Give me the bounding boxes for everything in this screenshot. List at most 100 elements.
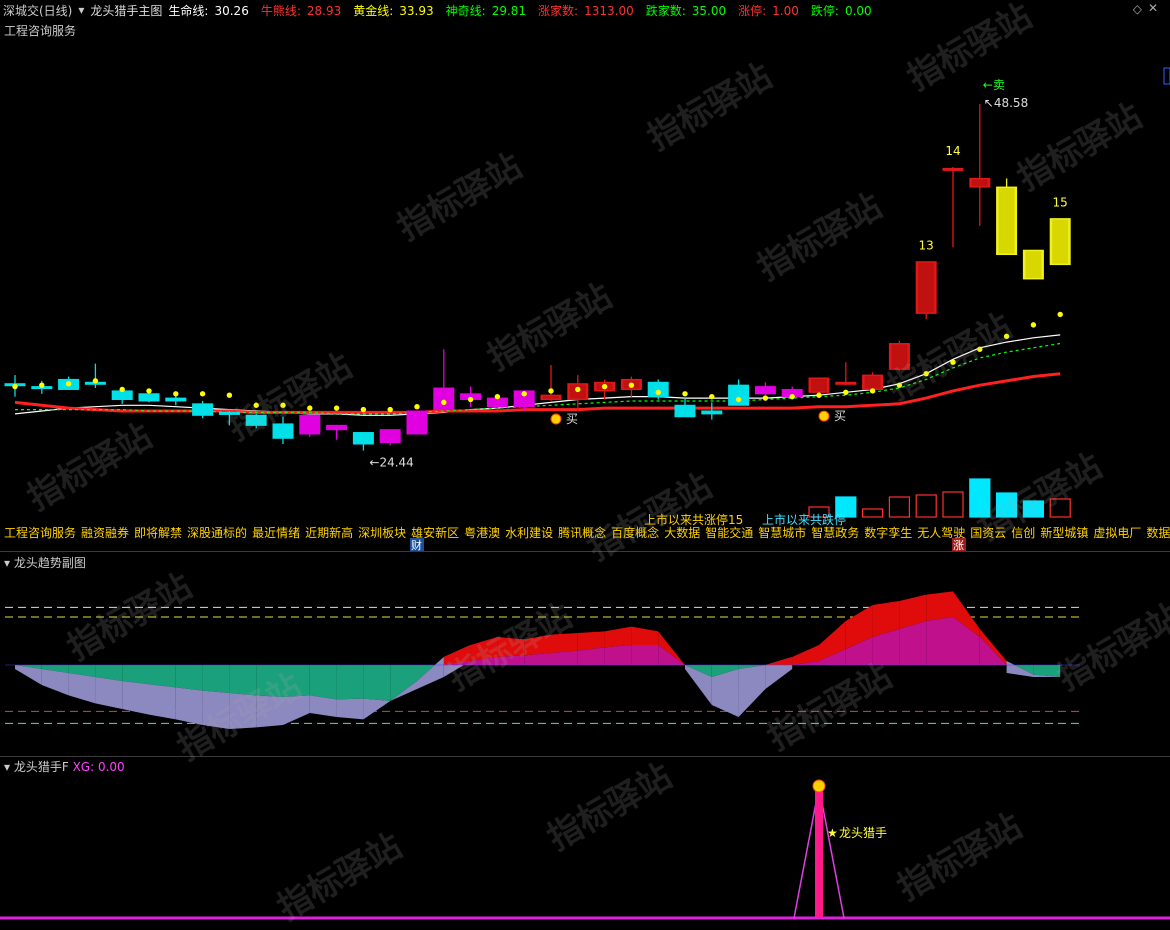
trend-panel-title[interactable]: ▾ 龙头趋势副图 — [4, 554, 86, 571]
trend-area-lavender — [41, 669, 69, 696]
header-item-value: 0.00 — [844, 3, 872, 18]
concept-tag[interactable]: 新型城镇 — [1040, 526, 1088, 540]
hunter-signal-label: 龙头猎手 — [839, 826, 887, 840]
concept-tags: 工程咨询服务 融资融券 即将解禁 深股通标的 最近情绪 近期新高 深圳板块 雄安新区 粤港澳 水利… — [4, 524, 1170, 540]
gold-dot — [709, 393, 715, 400]
gold-dot — [548, 388, 554, 394]
trend-area-green — [336, 665, 364, 700]
signal-bar — [815, 787, 823, 918]
diamond-icon[interactable]: ◇ — [1133, 2, 1142, 16]
header-item-label: 生命线: — [168, 3, 209, 18]
concept-tag[interactable]: 智慧政务 — [811, 526, 859, 540]
concept-tag[interactable]: 数据确权 — [1146, 526, 1170, 540]
concept-tag[interactable]: 信创 — [1011, 526, 1035, 540]
trend-area-green — [149, 665, 176, 688]
trend-area-red — [765, 657, 793, 665]
header-item: 牛熊线: 28.93 — [261, 4, 347, 18]
trend-title-text: 龙头趋势副图 — [13, 556, 86, 570]
volume-bar — [1049, 498, 1071, 518]
trend-area-lavender — [256, 695, 283, 728]
gold-dot — [173, 391, 179, 397]
trend-area-red — [497, 637, 525, 657]
trend-area-lavender — [336, 698, 364, 720]
zhang-label: 涨 — [953, 539, 964, 551]
hunter-chart[interactable]: ★ 龙头猎手 — [0, 757, 1170, 922]
gold-dot — [843, 389, 849, 396]
gold-dot — [65, 381, 72, 387]
gold-dot — [360, 406, 367, 413]
candle-body — [326, 424, 348, 431]
sell-label: ←卖 — [983, 78, 1005, 92]
trend-area-lavender — [122, 681, 149, 715]
concept-tag[interactable]: 即将解禁 — [134, 526, 182, 540]
trend-area-magenta — [497, 655, 525, 665]
concept-tag[interactable]: 雄安新区 — [411, 526, 459, 540]
concept-tag[interactable]: 水利建设 — [505, 526, 553, 540]
candle-body-inner — [998, 188, 1015, 254]
trend-area-lavender — [283, 695, 310, 725]
volume-bar — [942, 491, 964, 518]
gold-dot — [816, 392, 822, 398]
trend-area-green — [122, 665, 149, 685]
close-icon[interactable]: ✕ — [1148, 1, 1158, 15]
candle-body — [299, 414, 321, 435]
buy-label: 买 — [834, 409, 846, 423]
gold-dot — [441, 399, 447, 406]
concept-tag[interactable]: 粤港澳 — [464, 526, 500, 540]
concept-tag[interactable]: 国资云 — [970, 526, 1006, 540]
chevron-down-icon[interactable]: ▾ — [4, 760, 14, 774]
candle-body — [352, 432, 374, 445]
concept-tag[interactable]: 最近情绪 — [252, 526, 300, 540]
trend-area-lavender — [175, 687, 203, 725]
hunter-panel-title[interactable]: ▾ 龙头猎手F XG: 0.00 — [4, 758, 125, 775]
gold-dot — [414, 403, 420, 410]
concept-tag[interactable]: 深圳板块 — [358, 526, 406, 540]
candle-body — [674, 404, 696, 418]
concept-tag[interactable]: 工程咨询服务 — [4, 526, 76, 540]
header-item-value: 30.26 — [214, 3, 249, 18]
concept-tag[interactable]: 深股通标的 — [187, 526, 247, 540]
candle-count-label: 14 — [945, 144, 960, 158]
concept-tag[interactable]: 智能交通 — [705, 526, 753, 540]
main-chart-panel: 工程咨询服务 13 14 15 ↖48.58 ←卖 ←24.44 买买上市以来共涨停15 上市… — [0, 20, 1170, 551]
concept-tag[interactable]: 大数据 — [664, 526, 700, 540]
trend-area-green — [256, 665, 283, 697]
money-bag-icon — [550, 413, 562, 425]
trend-area-red — [577, 631, 605, 651]
concept-tag[interactable]: 近期新高 — [305, 526, 353, 540]
trend-area-lavender — [711, 669, 739, 717]
trend-area-lavender — [363, 698, 391, 720]
candle-body-inner — [1052, 219, 1069, 264]
concept-tag[interactable]: 融资融券 — [81, 526, 129, 540]
gold-dot — [467, 396, 474, 403]
trend-chart[interactable] — [0, 552, 1170, 756]
gold-dot — [307, 405, 313, 411]
trend-area-magenta — [631, 645, 659, 665]
gold-dot — [735, 396, 742, 403]
header-item-value: 1.00 — [772, 3, 799, 18]
indicator-name[interactable]: 龙头猎手主图 — [90, 2, 162, 19]
concept-tag[interactable]: 百度概念 — [611, 526, 659, 540]
chevron-down-icon[interactable]: ▾ — [78, 3, 84, 17]
trend-area-magenta — [926, 617, 953, 665]
gold-dot — [494, 393, 501, 400]
concept-tag[interactable]: 数字孪生 — [864, 526, 912, 540]
concept-tag[interactable]: 智慧城市 — [758, 526, 806, 540]
candle-body — [272, 423, 294, 439]
volume-bar — [995, 492, 1018, 518]
candle-body-inner — [543, 396, 559, 399]
header-item-label: 跌家数: — [645, 3, 686, 18]
header-item: 黄金线: 33.93 — [353, 4, 439, 18]
chevron-down-icon[interactable]: ▾ — [4, 556, 14, 570]
concept-tag[interactable]: 无人驾驶 — [917, 526, 965, 540]
price-chart[interactable]: 131415↖48.58←卖←24.44买 买上市以来共涨停15 上市以来共跌停财涨 — [0, 20, 1170, 551]
header-item-label: 神奇线: — [445, 3, 486, 18]
candle-body — [111, 390, 133, 401]
high-price-label: ↖48.58 — [984, 96, 1028, 110]
low-price-label: ←24.44 — [369, 456, 413, 470]
concept-tag[interactable]: 虚拟电厂 — [1093, 526, 1141, 540]
candle-body — [192, 403, 214, 416]
concept-tag[interactable]: 腾讯概念 — [558, 526, 606, 540]
trend-area-green — [229, 665, 257, 696]
gold-dot — [762, 395, 769, 401]
